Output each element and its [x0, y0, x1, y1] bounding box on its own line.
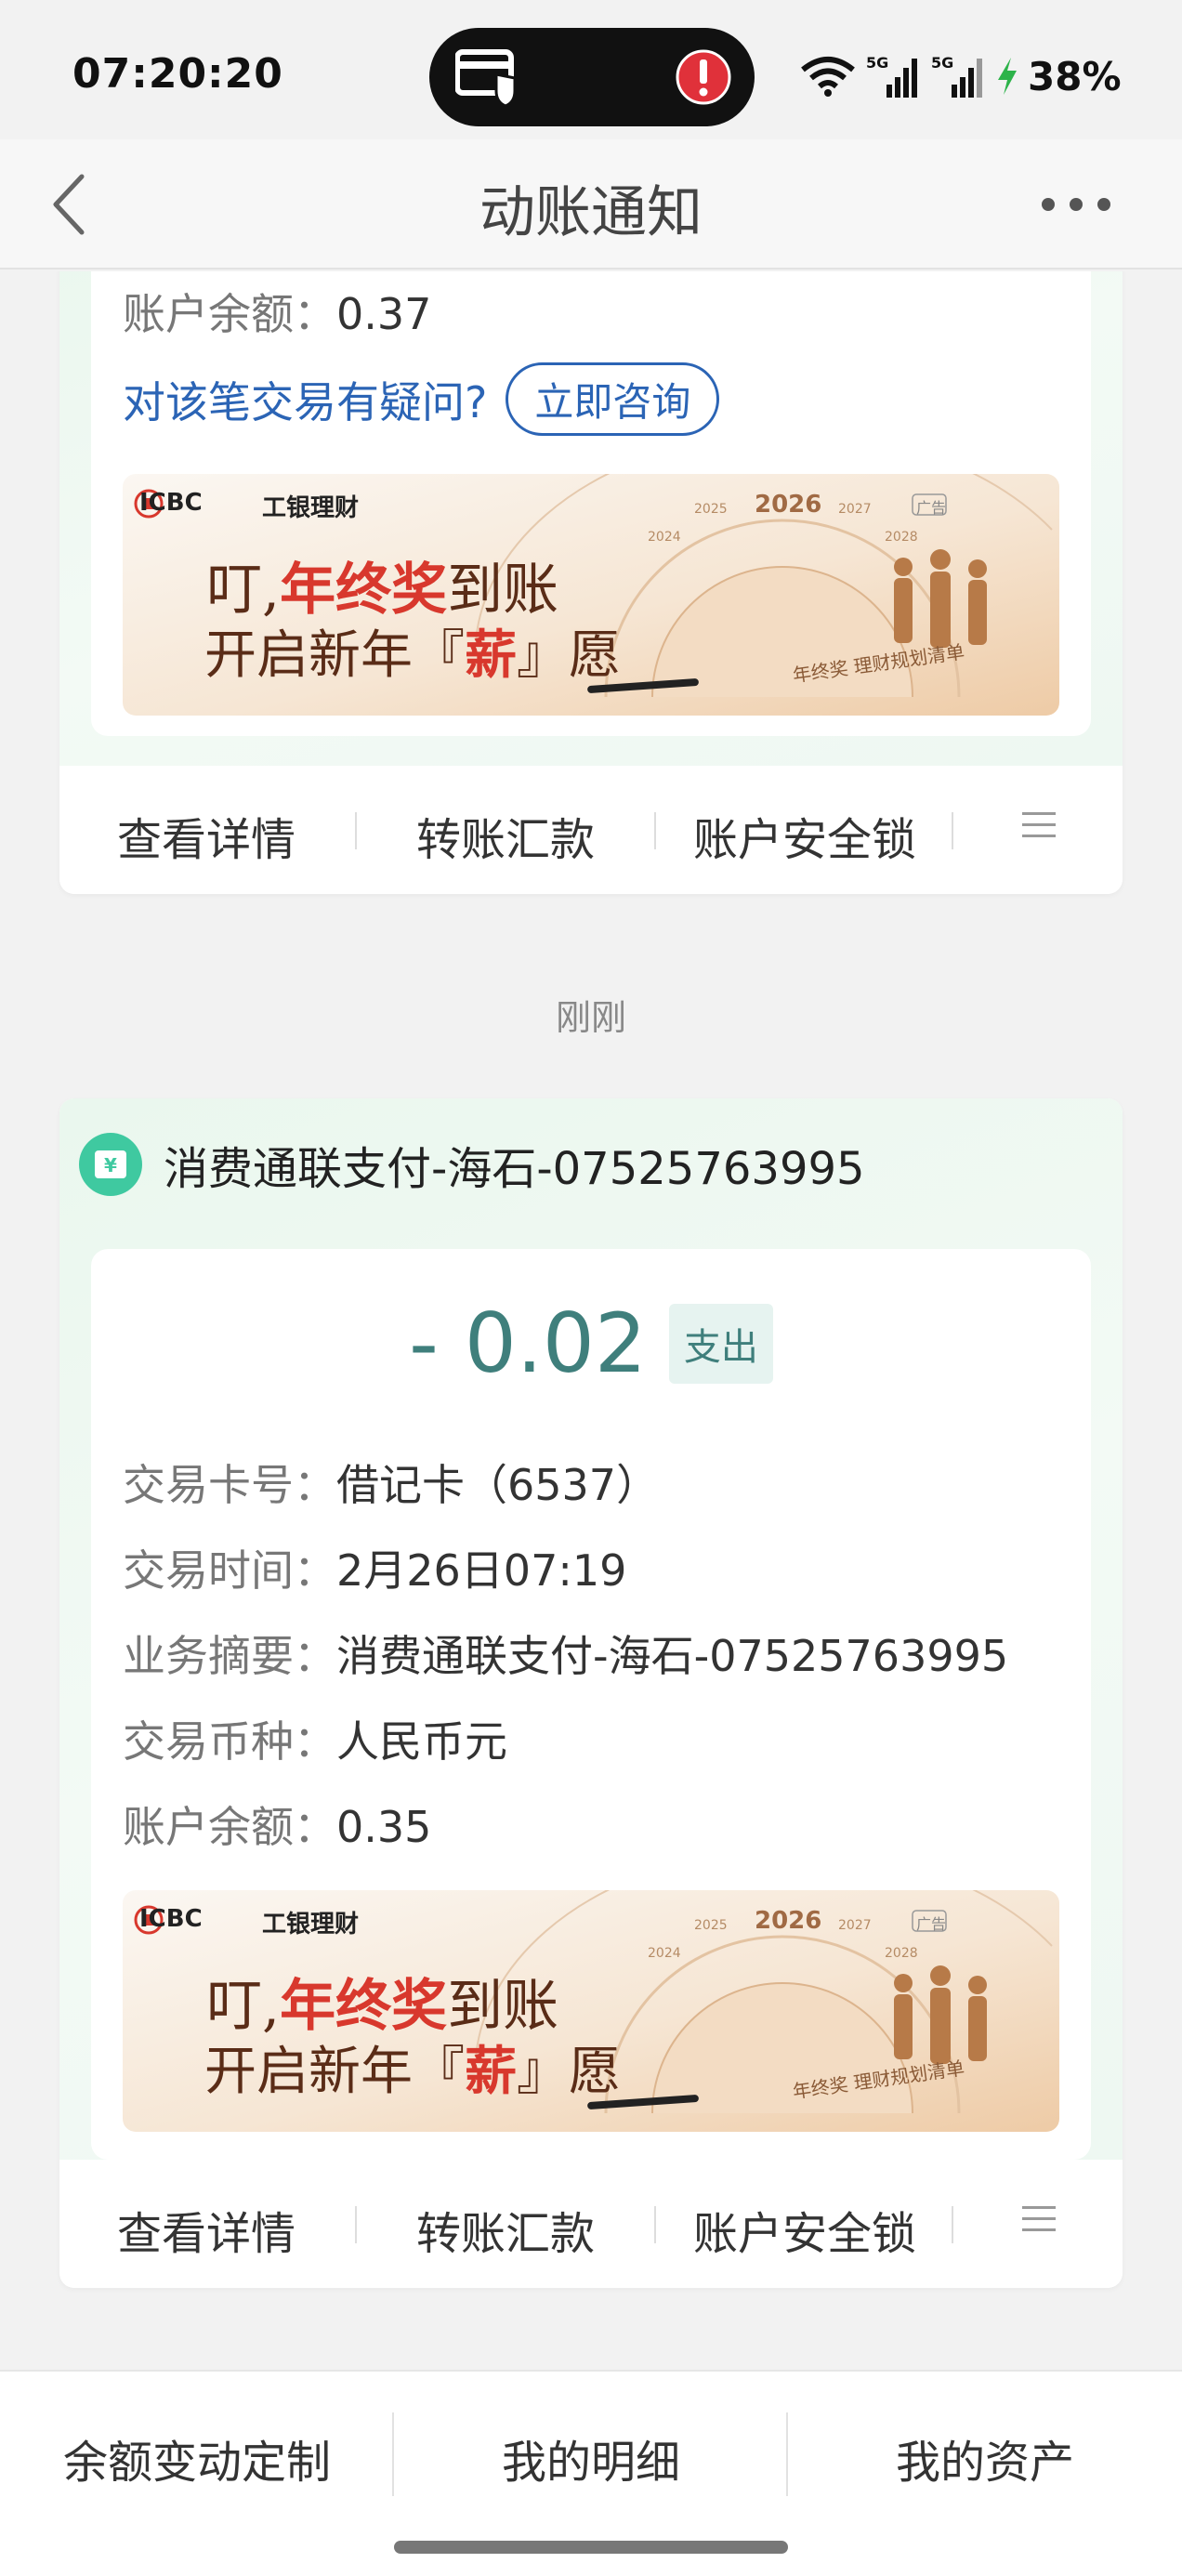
card-body: 账户余额：0.37 对该笔交易有疑问? 立即咨询 ICBC 工银理财 广告 20… [91, 271, 1091, 736]
status-icons: 5G 5G 38% [799, 50, 1122, 102]
charging-icon [998, 58, 1017, 95]
doubt-text: 对该笔交易有疑问? [123, 376, 488, 427]
banner-year: 2026 [755, 1907, 822, 1935]
banner-subline: 开启新年『薪』愿 [204, 624, 621, 686]
banner-brand: ICBC [139, 489, 203, 517]
battery-percent: 38% [1028, 53, 1122, 99]
amount-line: - 0.02 支出 [91, 1295, 1091, 1391]
banner-year-small: 2027 [838, 1918, 872, 1933]
detail-row: 交易卡号：借记卡（6537） [123, 1460, 660, 1510]
banner-year-small: 2024 [648, 530, 681, 545]
banner-brand-sub: 工银理财 [262, 1911, 360, 1939]
svg-text:5G: 5G [931, 54, 953, 72]
banner-year-small: 2024 [648, 1946, 681, 1961]
ad-banner[interactable]: ICBC 工银理财 广告 2026 2024 2025 2027 2028 叮,… [123, 474, 1059, 716]
banner-year-small: 2025 [694, 1918, 728, 1933]
tab-balance-customize[interactable]: 余额变动定制 [0, 2425, 394, 2491]
banner-year-small: 2028 [885, 530, 918, 545]
card-shield-icon [455, 49, 517, 108]
security-lock-button[interactable]: 账户安全锁 [693, 2197, 916, 2262]
card-header: ¥ 消费通联支付-海石-07525763995 [78, 1132, 865, 1197]
balance-value: 0.37 [336, 289, 432, 339]
doubt-row: 对该笔交易有疑问? 立即咨询 [123, 362, 720, 436]
banner-year-small: 2027 [838, 502, 872, 517]
merchant-title: 消费通联支付-海石-07525763995 [164, 1143, 865, 1195]
payment-icon: ¥ [79, 1133, 142, 1196]
status-bar: 07:20:20 5G 5G 38% [0, 0, 1182, 139]
banner-year-small: 2028 [885, 1946, 918, 1961]
ad-tag: 广告 [916, 1915, 947, 1933]
view-details-button[interactable]: 查看详情 [117, 2197, 296, 2262]
dynamic-island[interactable] [429, 28, 755, 126]
notification-card: ¥ 消费通联支付-海石-07525763995 - 0.02 支出 交易卡号：借… [59, 1098, 1123, 2288]
ad-banner[interactable]: ICBC 工银理财 广告 2026 2024 2025 2027 2028 叮,… [123, 1890, 1059, 2132]
wifi-icon [801, 57, 855, 97]
transfer-button[interactable]: 转账汇款 [416, 2197, 595, 2262]
view-details-button[interactable]: 查看详情 [117, 803, 296, 868]
security-lock-button[interactable]: 账户安全锁 [693, 803, 916, 868]
banner-subline: 开启新年『薪』愿 [204, 2041, 621, 2102]
banner-brand-sub: 工银理财 [262, 494, 360, 522]
card-actions: 查看详情 转账汇款 账户安全锁 [59, 2160, 1123, 2288]
signal-5g-icon: 5G [866, 54, 917, 98]
tab-my-details[interactable]: 我的明细 [394, 2425, 788, 2491]
status-time: 07:20:20 [72, 50, 283, 98]
card-body: - 0.02 支出 交易卡号：借记卡（6537） 交易时间：2月26日07:19… [91, 1249, 1091, 2160]
timestamp-label: 刚刚 [555, 997, 626, 1038]
home-indicator[interactable] [394, 2541, 788, 2554]
svg-text:5G: 5G [866, 54, 888, 72]
transfer-button[interactable]: 转账汇款 [416, 803, 595, 868]
detail-row: 账户余额：0.35 [123, 1802, 432, 1852]
signal-5g-icon-2: 5G [931, 54, 982, 98]
detail-row: 交易时间：2月26日07:19 [123, 1545, 627, 1596]
alert-icon [676, 49, 731, 105]
notification-list[interactable]: 账户余额：0.37 对该笔交易有疑问? 立即咨询 ICBC 工银理财 广告 20… [0, 271, 1182, 2362]
page-title: 动账通知 [479, 180, 703, 245]
card-actions: 查看详情 转账汇款 账户安全锁 [59, 766, 1123, 894]
expense-badge: 支出 [668, 1303, 773, 1384]
consult-button[interactable]: 立即咨询 [506, 362, 720, 436]
ad-tag: 广告 [916, 499, 947, 517]
banner-year-small: 2025 [694, 502, 728, 517]
menu-icon[interactable] [1020, 2202, 1057, 2236]
detail-row: 交易币种：人民币元 [123, 1716, 507, 1767]
bottom-bar: 余额变动定制 我的明细 我的资产 [0, 2370, 1182, 2576]
svg-text:¥: ¥ [104, 1154, 117, 1176]
balance-label: 账户余额： [123, 289, 336, 339]
notification-card: 账户余额：0.37 对该笔交易有疑问? 立即咨询 ICBC 工银理财 广告 20… [59, 271, 1123, 894]
nav-bar: 动账通知 [0, 139, 1182, 269]
banner-year: 2026 [755, 491, 822, 519]
tab-my-assets[interactable]: 我的资产 [788, 2425, 1182, 2491]
transaction-amount: - 0.02 [409, 1295, 647, 1391]
banner-brand: ICBC [139, 1905, 203, 1933]
detail-row: 业务摘要：消费通联支付-海石-07525763995 [123, 1631, 1009, 1681]
menu-icon[interactable] [1020, 808, 1057, 842]
balance-row: 账户余额：0.37 [123, 281, 431, 342]
more-horizontal-icon[interactable] [1039, 195, 1113, 214]
